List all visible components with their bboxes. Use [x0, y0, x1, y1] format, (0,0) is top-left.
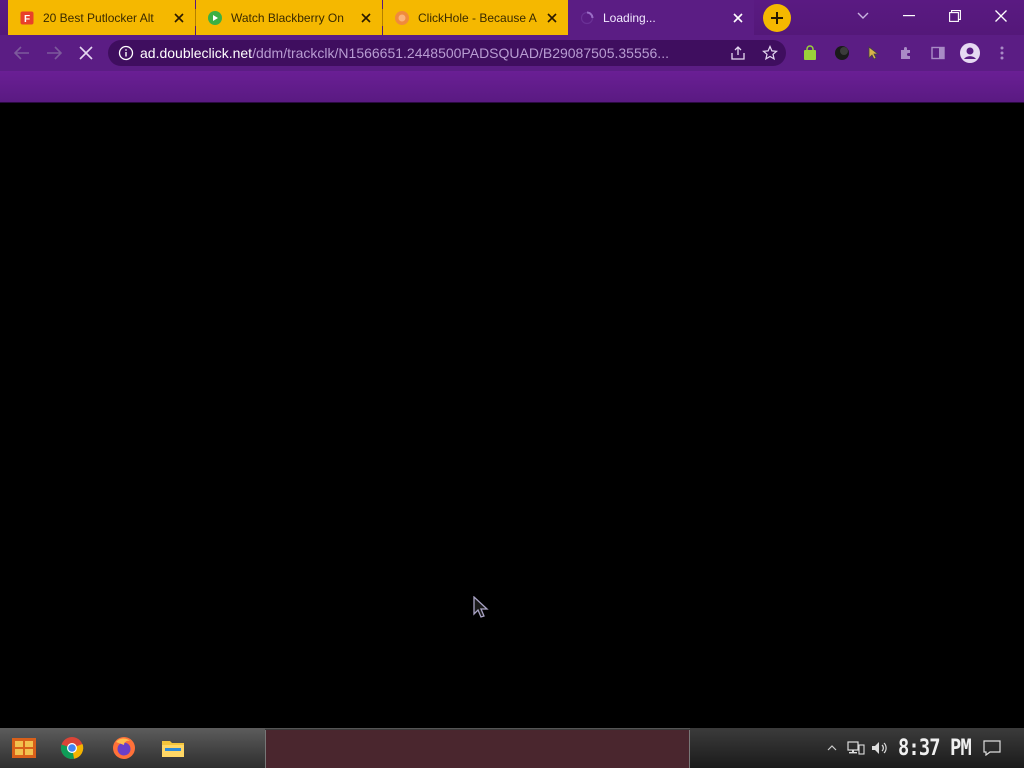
chevron-up-icon: [827, 745, 837, 751]
mouse-pointer-icon: [473, 595, 489, 623]
back-button[interactable]: [8, 39, 36, 67]
close-icon: [79, 46, 93, 60]
network-icon: [847, 741, 865, 755]
cursor-extension-button[interactable]: [861, 40, 887, 66]
bookmark-bar: [0, 71, 1024, 103]
restore-button[interactable]: [933, 0, 977, 32]
loading-spinner-icon: [580, 11, 594, 25]
profile-button[interactable]: [957, 40, 983, 66]
taskbar-clock[interactable]: 8:37 PM: [898, 733, 972, 763]
url-text: ad.doubleclick.net/ddm/trackclk/N1566651…: [140, 45, 720, 61]
tab-title: ClickHole - Because A: [418, 10, 537, 25]
plus-icon: [771, 12, 783, 24]
info-icon[interactable]: [118, 45, 134, 61]
close-icon: [995, 10, 1007, 22]
volume-button[interactable]: [870, 738, 890, 758]
shopping-extension-button[interactable]: [797, 40, 823, 66]
side-panel-button[interactable]: [925, 40, 951, 66]
letter-f-icon: F: [20, 11, 34, 25]
close-icon[interactable]: [730, 10, 746, 26]
notification-button[interactable]: [982, 738, 1002, 758]
arrow-left-icon: [14, 46, 29, 60]
tab-search-button[interactable]: [841, 0, 885, 32]
file-explorer-icon: [162, 741, 184, 757]
new-tab-button[interactable]: [763, 4, 791, 32]
close-icon[interactable]: [544, 10, 560, 26]
shopping-bag-icon: [804, 45, 816, 60]
tab-title: Loading...: [603, 10, 656, 25]
tab-title: Watch Blackberry On: [231, 10, 344, 25]
tab-putlocker[interactable]: F 20 Best Putlocker Alt: [8, 0, 195, 35]
chevron-down-icon: [857, 12, 869, 19]
taskbar-firefox[interactable]: [110, 734, 138, 762]
close-icon[interactable]: [358, 10, 374, 26]
notification-icon: [983, 740, 1001, 756]
volume-icon: [872, 742, 887, 754]
avatar-icon: [960, 43, 980, 63]
play-icon: [208, 10, 222, 25]
puzzle-icon: [901, 47, 910, 59]
share-button[interactable]: [725, 40, 751, 66]
bookmark-star-button[interactable]: [757, 40, 783, 66]
forward-button[interactable]: [40, 39, 68, 67]
tab-blackberry[interactable]: Watch Blackberry On: [196, 0, 382, 35]
more-vertical-icon: [1000, 46, 1004, 60]
page-content[interactable]: [0, 103, 1024, 728]
tab-loading[interactable]: Loading...: [568, 0, 754, 35]
url-host: ad.doubleclick.net: [140, 45, 253, 61]
taskbar-file-explorer[interactable]: [159, 734, 187, 762]
start-button[interactable]: [10, 734, 38, 762]
dark-extension-button[interactable]: [829, 40, 855, 66]
star-icon: [762, 45, 778, 61]
clickhole-icon: [395, 10, 409, 25]
minimize-button[interactable]: [887, 0, 931, 32]
side-panel-icon: [931, 46, 945, 60]
tab-clickhole[interactable]: ClickHole - Because A: [383, 0, 568, 35]
arrow-right-icon: [47, 46, 62, 60]
moon-icon: [835, 46, 849, 60]
close-icon[interactable]: [171, 10, 187, 26]
extensions-button[interactable]: [893, 40, 919, 66]
close-window-button[interactable]: [979, 0, 1023, 32]
cursor-icon: [868, 46, 880, 60]
svg-text:F: F: [24, 14, 30, 25]
chrome-icon: [60, 737, 84, 759]
taskbar-window-area: [265, 730, 690, 768]
stop-button[interactable]: [72, 39, 100, 67]
share-icon: [731, 46, 745, 60]
address-bar[interactable]: ad.doubleclick.net/ddm/trackclk/N1566651…: [108, 40, 786, 66]
tab-title: 20 Best Putlocker Alt: [43, 10, 154, 25]
show-hidden-icons-button[interactable]: [822, 738, 842, 758]
taskbar-chrome[interactable]: [58, 734, 86, 762]
restore-icon: [949, 10, 961, 22]
url-path: /ddm/trackclk/N1566651.2448500PADSQUAD/B…: [252, 45, 669, 61]
screen: F 20 Best Putlocker Alt Watch Blackberry…: [0, 0, 1024, 768]
network-button[interactable]: [846, 738, 866, 758]
start-icon: [12, 738, 36, 758]
minimize-icon: [903, 15, 915, 17]
menu-button[interactable]: [989, 40, 1015, 66]
firefox-icon: [113, 737, 135, 759]
